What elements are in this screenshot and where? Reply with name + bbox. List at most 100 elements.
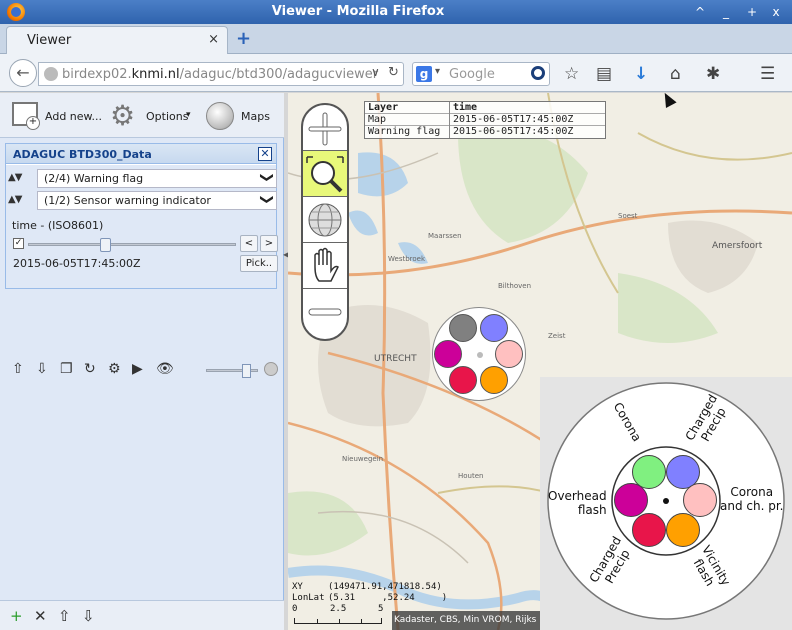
table-cell: Map bbox=[368, 114, 387, 125]
window-close-button[interactable]: x bbox=[766, 4, 786, 20]
window-title: Viewer - Mozilla Firefox bbox=[271, 4, 445, 19]
home-icon[interactable]: ⌂ bbox=[670, 64, 681, 84]
add-new-button[interactable]: Add new... bbox=[12, 102, 102, 130]
layer-updown-icon[interactable]: ▲▼ bbox=[8, 172, 22, 183]
layer-row: ▲▼ (2/4) Warning flag ❯ bbox=[6, 169, 277, 189]
time-prev-button[interactable]: < bbox=[240, 235, 258, 252]
map-label-amersfoort: Amersfoort bbox=[712, 241, 763, 251]
time-checkbox[interactable]: ✓ bbox=[13, 238, 24, 249]
table-cell: Warning flag bbox=[368, 126, 441, 137]
addon-icon[interactable]: ✱ bbox=[706, 64, 720, 84]
title-bar: Viewer - Mozilla Firefox ^ _ + x bbox=[0, 0, 792, 24]
globe-view-button[interactable] bbox=[303, 197, 347, 243]
table-header-row: Layer time bbox=[365, 102, 605, 114]
legend-label-corona-ch: Corona and ch. pr. bbox=[720, 485, 784, 513]
search-input[interactable]: Google bbox=[449, 67, 495, 82]
layer-updown-icon[interactable]: ▲▼ bbox=[8, 194, 22, 205]
pick-time-button[interactable]: Pick.. bbox=[240, 255, 278, 272]
data-panel: ADAGUC BTD300_Data ✕ ▲▼ (2/4) Warning fl… bbox=[5, 143, 278, 289]
scale-tick bbox=[317, 619, 318, 623]
layer-tools: ⇧ ⇩ ❐ ↻ ⚙ ▶ 👁 bbox=[6, 361, 278, 385]
warning-dot bbox=[495, 340, 523, 368]
move-up-icon[interactable]: ⇧ bbox=[58, 607, 71, 625]
duplicate-icon[interactable]: ❐ bbox=[60, 361, 73, 377]
menu-icon[interactable]: ☰ bbox=[760, 64, 775, 84]
gear-icon: ⚙ bbox=[110, 99, 136, 132]
scale-label: 5 bbox=[378, 604, 384, 614]
browser-window: Viewer - Mozilla Firefox ^ _ + x Viewer … bbox=[0, 0, 792, 630]
zoom-box-button[interactable] bbox=[303, 151, 347, 197]
warning-dot bbox=[449, 314, 477, 342]
search-icon[interactable] bbox=[531, 66, 545, 80]
warning-dot bbox=[480, 366, 508, 394]
lonlat-value: (5.31 ,52.24 ) bbox=[328, 593, 448, 603]
add-new-label: Add new... bbox=[45, 110, 103, 123]
table-cell: 2015-06-05T17:45:00Z bbox=[453, 114, 574, 125]
url-text[interactable]: birdexp02.knmi.nl/adaguc/btd300/adagucvi… bbox=[62, 67, 378, 82]
visibility-eye-icon[interactable]: 👁 bbox=[156, 361, 174, 377]
move-up-icon[interactable]: ⇧ bbox=[12, 361, 24, 377]
opacity-slider-thumb[interactable] bbox=[242, 364, 252, 378]
url-path: /adaguc/btd300/adagucviewer bbox=[179, 67, 379, 82]
map-canvas[interactable]: UTRECHT Amersfoort Maarssen Bilthoven Ze… bbox=[288, 93, 792, 630]
table-header-layer: Layer bbox=[368, 102, 399, 113]
maps-label: Maps bbox=[241, 110, 270, 123]
zoom-in-button[interactable] bbox=[303, 107, 347, 151]
delete-icon[interactable]: ✕ bbox=[34, 607, 47, 625]
time-slider[interactable] bbox=[28, 238, 236, 252]
window-minimize-button[interactable]: _ bbox=[716, 4, 736, 20]
back-button[interactable]: ← bbox=[9, 59, 37, 87]
map-label-bilthoven: Bilthoven bbox=[498, 282, 531, 290]
refresh-icon[interactable]: ↻ bbox=[84, 361, 96, 377]
legend-dot-corona-ch bbox=[683, 483, 717, 517]
reload-icon[interactable]: ↻ bbox=[388, 65, 399, 80]
scale-label: 2.5 bbox=[330, 604, 347, 614]
chevron-down-icon: ❯ bbox=[259, 172, 275, 183]
download-icon[interactable]: ↓ bbox=[634, 64, 648, 84]
new-tab-button[interactable]: + bbox=[236, 28, 251, 49]
data-panel-close-icon[interactable]: ✕ bbox=[258, 147, 272, 161]
layer-select-label: (2/4) Warning flag bbox=[44, 172, 144, 185]
url-bar[interactable]: birdexp02.knmi.nl/adaguc/btd300/adagucvi… bbox=[38, 62, 404, 86]
tab-close-icon[interactable]: × bbox=[208, 32, 219, 47]
navigation-bar: birdexp02.knmi.nl/adaguc/btd300/adagucvi… bbox=[0, 54, 792, 92]
search-engine-dropdown-icon[interactable]: ▾ bbox=[435, 66, 440, 77]
options-button[interactable]: ⚙ Options ▾ bbox=[110, 102, 196, 130]
globe-maps-icon bbox=[206, 102, 234, 130]
zoom-out-button[interactable] bbox=[303, 289, 347, 335]
tab-label: Viewer bbox=[27, 33, 72, 48]
add-layer-small-icon[interactable]: + bbox=[10, 607, 23, 625]
scale-label: 0 bbox=[292, 604, 298, 614]
move-down-icon[interactable]: ⇩ bbox=[36, 361, 48, 377]
maps-button[interactable]: Maps bbox=[206, 102, 276, 130]
layer-select-sensor-warning[interactable]: (1/2) Sensor warning indicator ❯ bbox=[37, 191, 277, 210]
bookmark-star-icon[interactable]: ☆ bbox=[564, 64, 579, 84]
google-icon[interactable]: g bbox=[416, 66, 432, 82]
url-prefix: birdexp02. bbox=[62, 67, 132, 82]
search-bar[interactable]: g ▾ Google bbox=[412, 62, 550, 86]
minus-icon bbox=[308, 308, 342, 316]
window-maximize-button[interactable]: + bbox=[742, 4, 762, 20]
table-row: Map 2015-06-05T17:45:00Z bbox=[365, 114, 605, 126]
time-value: 2015-06-05T17:45:00Z bbox=[13, 257, 141, 270]
sensor-warning-symbol[interactable] bbox=[432, 307, 526, 401]
settings-gear-icon[interactable]: ⚙ bbox=[108, 361, 121, 377]
move-down-icon[interactable]: ⇩ bbox=[82, 607, 95, 625]
plus-icon bbox=[308, 112, 342, 146]
play-icon[interactable]: ▶ bbox=[132, 361, 143, 377]
options-caret-icon: ▾ bbox=[186, 110, 191, 120]
time-slider-thumb[interactable] bbox=[99, 238, 111, 252]
left-panel: Add new... ⚙ Options ▾ Maps ADAGUC BTD30… bbox=[0, 93, 284, 630]
time-next-button[interactable]: > bbox=[260, 235, 278, 252]
hand-pan-icon bbox=[314, 247, 339, 282]
url-dropdown-icon[interactable]: ∨ bbox=[371, 65, 380, 79]
legend-label-overhead: Overhead flash bbox=[548, 489, 607, 517]
reading-list-icon[interactable]: ▤ bbox=[596, 64, 612, 84]
tab-viewer[interactable]: Viewer × bbox=[6, 26, 228, 54]
legend-dot-overhead bbox=[614, 483, 648, 517]
layer-select-warning-flag[interactable]: (2/4) Warning flag ❯ bbox=[37, 169, 277, 188]
opacity-slider[interactable] bbox=[206, 364, 258, 378]
table-cell: 2015-06-05T17:45:00Z bbox=[453, 126, 574, 137]
pan-button[interactable] bbox=[303, 243, 347, 289]
window-maximize-up-button[interactable]: ^ bbox=[690, 4, 710, 20]
